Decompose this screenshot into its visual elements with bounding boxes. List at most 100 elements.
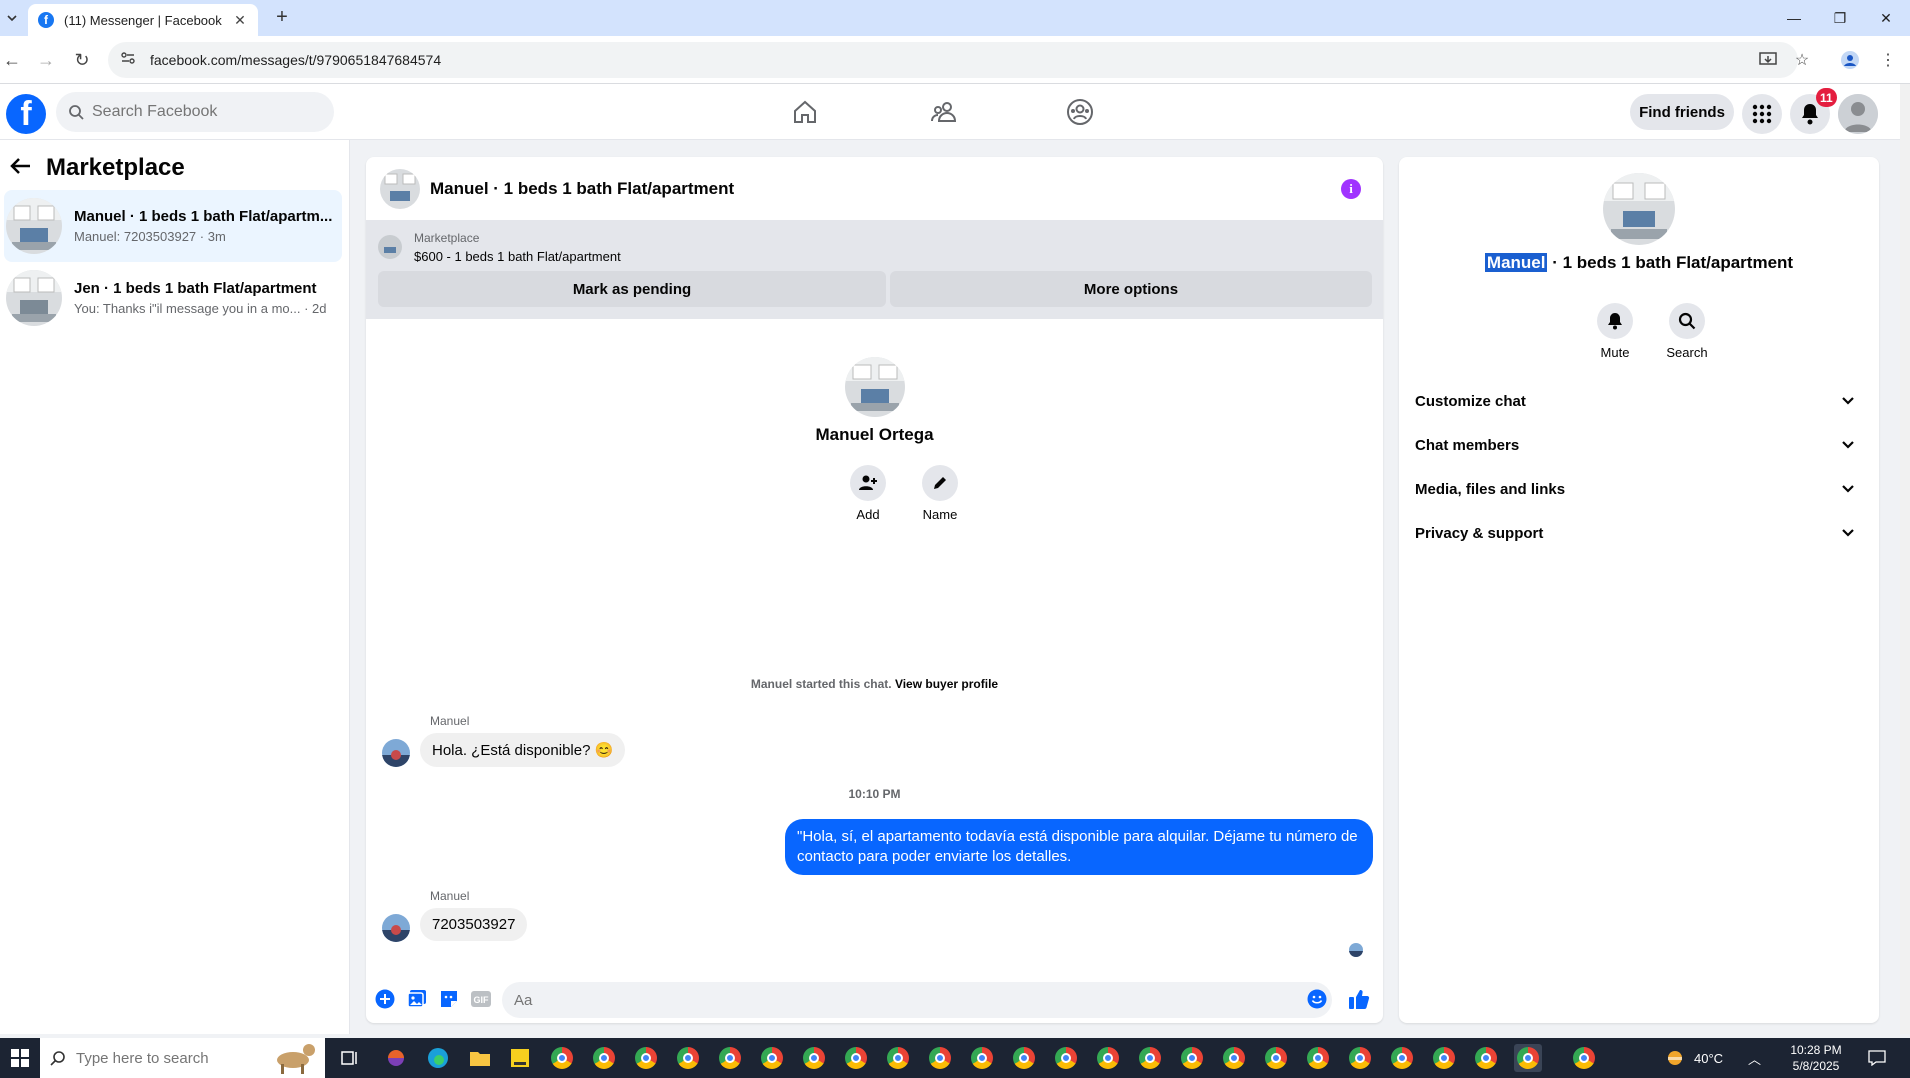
- search-in-chat-button[interactable]: Search: [1657, 303, 1717, 360]
- buyer-avatar[interactable]: [844, 357, 905, 417]
- tab-search-chevron-icon[interactable]: [4, 10, 20, 26]
- mark-as-pending-button[interactable]: Mark as pending: [378, 271, 886, 307]
- chrome-taskbar-icon[interactable]: [716, 1044, 744, 1072]
- info-icon[interactable]: i: [1341, 179, 1361, 199]
- office-app-icon[interactable]: [382, 1044, 410, 1072]
- chrome-taskbar-icon[interactable]: [1010, 1044, 1038, 1072]
- name-button[interactable]: Name: [910, 465, 970, 522]
- task-view-icon[interactable]: [336, 1044, 364, 1072]
- chrome-taskbar-icon[interactable]: [548, 1044, 576, 1072]
- facebook-logo-icon[interactable]: f: [6, 94, 46, 134]
- back-icon[interactable]: ←: [0, 48, 24, 72]
- weather-widget[interactable]: 40°C: [1664, 1038, 1723, 1078]
- view-buyer-profile-link[interactable]: View buyer profile: [895, 677, 998, 691]
- chrome-taskbar-icon[interactable]: [968, 1044, 996, 1072]
- minimize-icon[interactable]: —: [1782, 6, 1806, 30]
- message-bubble-incoming[interactable]: Hola. ¿Está disponible? 😊: [420, 733, 626, 767]
- sender-avatar[interactable]: [382, 739, 410, 767]
- chrome-taskbar-icon[interactable]: [1262, 1044, 1290, 1072]
- chrome-taskbar-icon[interactable]: [800, 1044, 828, 1072]
- chrome-taskbar-icon[interactable]: [758, 1044, 786, 1072]
- conversation-item[interactable]: Manuel · 1 beds 1 bath Flat/apartm... Ma…: [4, 190, 342, 262]
- media-files-links-section[interactable]: Media, files and links: [1415, 467, 1863, 511]
- add-button[interactable]: Add: [838, 465, 898, 522]
- chrome-taskbar-icon[interactable]: [842, 1044, 870, 1072]
- chevron-down-icon: [1842, 529, 1854, 537]
- sticker-icon[interactable]: [438, 988, 460, 1010]
- notifications-center-icon[interactable]: [1868, 1038, 1886, 1078]
- file-explorer-icon[interactable]: [466, 1044, 494, 1072]
- sticky-notes-icon[interactable]: [506, 1044, 534, 1072]
- facebook-search[interactable]: [56, 92, 334, 132]
- privacy-support-section[interactable]: Privacy & support: [1415, 511, 1863, 555]
- chrome-taskbar-icon-active[interactable]: [1514, 1044, 1542, 1072]
- customize-chat-section[interactable]: Customize chat: [1415, 379, 1863, 423]
- message-bubble-outgoing[interactable]: "Hola, sí, el apartamento todavía está d…: [785, 819, 1373, 875]
- like-thumbs-up-icon[interactable]: [1348, 988, 1370, 1010]
- chat-members-section[interactable]: Chat members: [1415, 423, 1863, 467]
- chrome-taskbar-icon[interactable]: [1570, 1044, 1598, 1072]
- browser-menu-icon[interactable]: ⋮: [1878, 50, 1898, 70]
- reload-icon[interactable]: ↻: [70, 48, 94, 72]
- page-scrollbar[interactable]: [1900, 84, 1910, 1034]
- chrome-taskbar-icon[interactable]: [1178, 1044, 1206, 1072]
- install-app-icon[interactable]: [1758, 50, 1778, 70]
- browser-tabstrip: f (11) Messenger | Facebook ✕ + — ❐ ✕: [0, 0, 1910, 36]
- browser-tab[interactable]: f (11) Messenger | Facebook ✕: [28, 4, 258, 36]
- groups-icon[interactable]: [1064, 96, 1096, 128]
- mute-button[interactable]: Mute: [1585, 303, 1645, 360]
- emoji-icon[interactable]: [1306, 988, 1328, 1010]
- listing-price[interactable]: $600 - 1 beds 1 bath Flat/apartment: [414, 249, 621, 264]
- chrome-taskbar-icon[interactable]: [1472, 1044, 1500, 1072]
- back-arrow-icon[interactable]: [10, 157, 32, 180]
- edge-browser-icon[interactable]: [424, 1044, 452, 1072]
- message-bubble-incoming[interactable]: 7203503927: [420, 908, 528, 941]
- chrome-taskbar-icon[interactable]: [1388, 1044, 1416, 1072]
- chrome-taskbar-icon[interactable]: [1094, 1044, 1122, 1072]
- photo-gallery-icon[interactable]: [406, 988, 428, 1010]
- home-icon[interactable]: [789, 96, 821, 128]
- chrome-taskbar-icon[interactable]: [590, 1044, 618, 1072]
- chrome-taskbar-icon[interactable]: [1346, 1044, 1374, 1072]
- taskbar-clock[interactable]: 10:28 PM 5/8/2025: [1776, 1042, 1856, 1074]
- chrome-taskbar-icon[interactable]: [1304, 1044, 1332, 1072]
- site-settings-icon[interactable]: [120, 50, 136, 71]
- chrome-taskbar-icon[interactable]: [926, 1044, 954, 1072]
- address-bar[interactable]: facebook.com/messages/t/9790651847684574: [108, 42, 1798, 78]
- more-options-button[interactable]: More options: [890, 271, 1372, 307]
- find-friends-button[interactable]: Find friends: [1630, 94, 1734, 130]
- tab-close-icon[interactable]: ✕: [232, 12, 248, 28]
- bookmark-star-icon[interactable]: ☆: [1792, 50, 1812, 70]
- friends-icon[interactable]: [928, 96, 960, 128]
- chrome-taskbar-icon[interactable]: [884, 1044, 912, 1072]
- taskbar-search[interactable]: [40, 1038, 325, 1078]
- plus-circle-icon[interactable]: [374, 988, 396, 1010]
- facebook-search-input[interactable]: [92, 103, 312, 121]
- new-tab-icon[interactable]: +: [272, 7, 292, 28]
- gif-icon[interactable]: GIF: [470, 988, 492, 1010]
- taskbar-search-input[interactable]: [76, 1049, 256, 1067]
- chrome-taskbar-icon[interactable]: [674, 1044, 702, 1072]
- show-hidden-icons-chevron-icon[interactable]: ︿: [1748, 1038, 1761, 1078]
- message-input-box[interactable]: [502, 982, 1332, 1018]
- chat-header-avatar[interactable]: [380, 168, 420, 209]
- chrome-taskbar-icon[interactable]: [1220, 1044, 1248, 1072]
- forward-icon[interactable]: →: [34, 48, 58, 72]
- close-window-icon[interactable]: ✕: [1874, 6, 1898, 30]
- chrome-taskbar-icon[interactable]: [632, 1044, 660, 1072]
- conversation-item[interactable]: Jen · 1 beds 1 bath Flat/apartment You: …: [4, 262, 342, 334]
- account-avatar[interactable]: [1838, 94, 1878, 134]
- menu-grid-icon[interactable]: [1742, 94, 1782, 134]
- chrome-taskbar-icon[interactable]: [1430, 1044, 1458, 1072]
- restore-icon[interactable]: ❐: [1828, 6, 1852, 30]
- chrome-taskbar-icon[interactable]: [1052, 1044, 1080, 1072]
- pencil-icon: [922, 465, 958, 501]
- windows-start-icon[interactable]: [0, 1038, 40, 1078]
- profile-icon[interactable]: [1840, 50, 1860, 70]
- windows-taskbar: 40°C ︿ 10:28 PM 5/8/2025: [0, 1038, 1910, 1078]
- facebook-favicon-icon: f: [38, 12, 54, 28]
- message-input[interactable]: [514, 991, 1274, 1009]
- chrome-taskbar-icon[interactable]: [1136, 1044, 1164, 1072]
- sender-avatar[interactable]: [382, 914, 410, 942]
- chat-details-avatar[interactable]: [1603, 173, 1675, 245]
